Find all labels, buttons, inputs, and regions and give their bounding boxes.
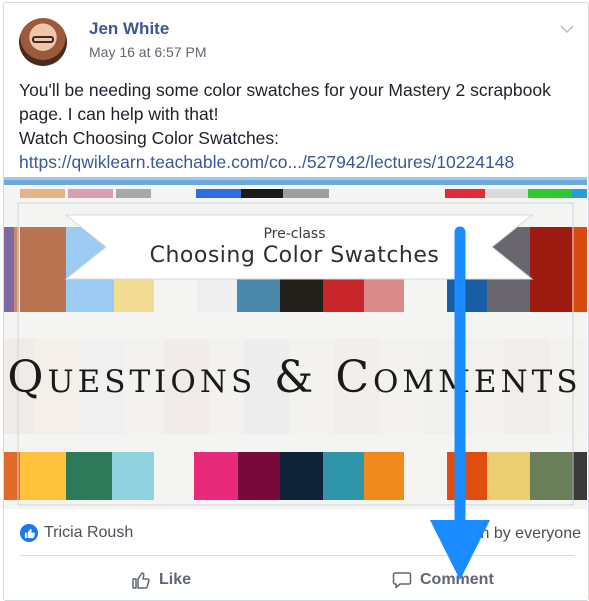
divider xyxy=(19,555,574,556)
thumbnail-big-title: Questions & Comments xyxy=(7,352,582,403)
thumbs-up-icon xyxy=(132,572,150,589)
author-name[interactable]: Jen White xyxy=(89,19,169,39)
seen-by-text[interactable]: n by everyone xyxy=(480,525,581,543)
comment-label: Comment xyxy=(420,571,494,588)
post-text: You'll be needing some color swatches fo… xyxy=(19,78,574,174)
comment-button[interactable]: Comment xyxy=(392,570,494,590)
comment-icon xyxy=(392,572,412,589)
like-label: Like xyxy=(159,571,192,588)
post-timestamp[interactable]: May 16 at 6:57 PM xyxy=(89,44,207,60)
post-text-line: You'll be needing some color swatches fo… xyxy=(19,80,551,124)
avatar[interactable] xyxy=(19,18,67,66)
chevron-down-icon[interactable] xyxy=(558,22,576,36)
thumbnail-preclass-label: Pre-class xyxy=(263,226,326,242)
like-button[interactable]: Like xyxy=(131,570,191,590)
reaction-summary[interactable]: Tricia Roush xyxy=(20,524,133,542)
reactor-name: Tricia Roush xyxy=(44,524,134,541)
thumbnail-banner-title: Choosing Color Swatches xyxy=(149,243,440,268)
like-icon xyxy=(20,524,38,542)
post-text-line: Watch Choosing Color Swatches: xyxy=(19,128,280,148)
lecture-link[interactable]: https://qwiklearn.teachable.com/co.../52… xyxy=(19,152,514,172)
